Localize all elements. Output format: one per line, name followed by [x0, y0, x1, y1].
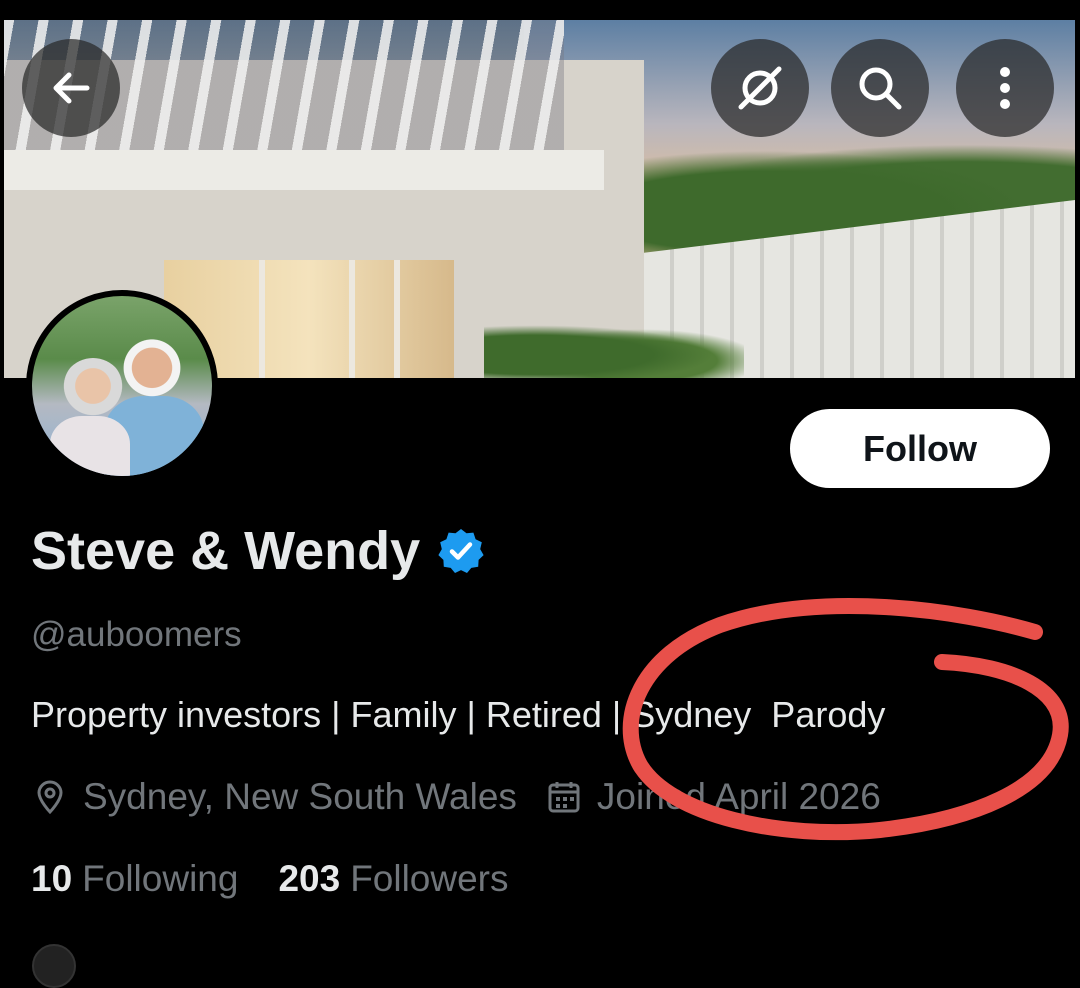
- profile-joined-date: Joined April 2026: [596, 776, 881, 817]
- grok-button[interactable]: [711, 39, 809, 137]
- banner-plants: [484, 320, 744, 378]
- arrow-left-icon: [53, 72, 90, 104]
- more-vertical-icon: [1000, 67, 1010, 109]
- profile-avatar[interactable]: [26, 290, 218, 482]
- following-count: 10: [31, 858, 73, 899]
- back-button[interactable]: [22, 39, 120, 137]
- profile-handle: @auboomers: [31, 615, 242, 654]
- follow-button[interactable]: Follow: [790, 409, 1050, 488]
- more-options-button[interactable]: [956, 39, 1054, 137]
- display-name: Steve & Wendy: [31, 521, 421, 581]
- followers-link[interactable]: 203 Followers: [278, 858, 508, 900]
- followers-count: 203: [278, 858, 341, 899]
- profile-name-row: Steve & Wendy: [31, 520, 486, 582]
- search-button[interactable]: [831, 39, 929, 137]
- calendar-icon: [548, 782, 580, 813]
- profile-stats-row: 10 Following 203 Followers: [31, 858, 509, 900]
- grok-icon: [738, 66, 782, 110]
- banner-roof: [4, 150, 604, 190]
- profile-location: Sydney, New South Wales: [83, 776, 517, 817]
- verified-badge-icon[interactable]: [436, 526, 486, 576]
- location-pin-icon: [37, 780, 63, 815]
- profile-bio: Property investors | Family | Retired | …: [31, 694, 886, 735]
- followers-label: Followers: [350, 858, 509, 899]
- following-link[interactable]: 10 Following: [31, 858, 238, 900]
- following-label: Following: [82, 858, 239, 899]
- profile-meta-row: Sydney, New South Wales Joined April 202…: [31, 776, 881, 818]
- search-icon: [859, 67, 902, 110]
